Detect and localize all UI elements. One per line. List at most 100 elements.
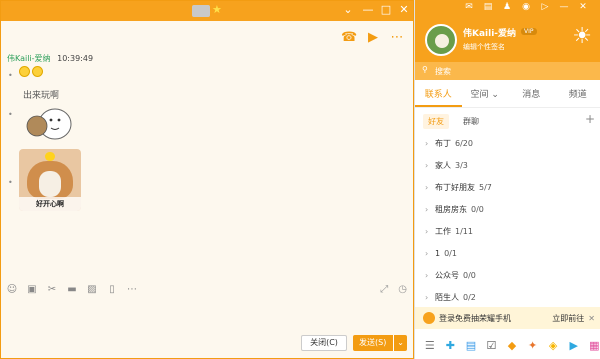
fox-icon[interactable]: ◈ bbox=[546, 339, 560, 352]
tab-groups[interactable]: 群聊 bbox=[463, 116, 479, 127]
close-icon[interactable]: ✕ bbox=[588, 314, 595, 323]
search-icon: ⚲ bbox=[422, 65, 428, 74]
emoji-icon[interactable]: ☺ bbox=[5, 284, 19, 295]
group-name: 布丁好朋友 bbox=[435, 182, 475, 192]
bell-icon[interactable]: ◉ bbox=[520, 2, 532, 12]
add-icon[interactable]: + bbox=[585, 112, 595, 126]
image-icon[interactable]: ▨ bbox=[85, 284, 99, 295]
promo-banner[interactable]: 登录免费抽荣耀手机 立即前往 ✕ bbox=[415, 307, 600, 329]
scissors-icon[interactable]: ✂ bbox=[45, 284, 59, 295]
chevron-right-icon: › bbox=[425, 204, 429, 214]
tab-space[interactable]: 空间 ⌄ bbox=[462, 84, 509, 107]
contact-avatar[interactable] bbox=[192, 5, 210, 17]
chevron-right-icon: › bbox=[425, 138, 429, 148]
expand-icon[interactable]: ⤢ bbox=[380, 284, 388, 295]
sender-name: 伟Kaili-爱纳 bbox=[7, 54, 51, 63]
history-icon[interactable]: ◷ bbox=[398, 284, 407, 295]
checklist-icon[interactable]: ☑ bbox=[485, 339, 499, 352]
close-window-button[interactable]: ✕ bbox=[397, 3, 411, 16]
send-label: 发送(S) bbox=[359, 338, 387, 347]
apps-grid-icon[interactable]: ▦ bbox=[588, 339, 600, 352]
folder-icon[interactable]: ▬ bbox=[65, 284, 79, 295]
group-name: 陌生人 bbox=[435, 292, 459, 302]
group-count: 5/7 bbox=[479, 182, 492, 192]
group-count: 0/0 bbox=[463, 270, 476, 280]
tab-channels[interactable]: 频道 bbox=[555, 84, 600, 107]
group-name: 工作 bbox=[435, 226, 451, 236]
video-app-icon[interactable]: ▶ bbox=[567, 339, 581, 352]
game-icon[interactable]: ◆ bbox=[505, 339, 519, 352]
tab-contacts[interactable]: 联系人 bbox=[415, 84, 462, 107]
friend-group[interactable]: › 工作 1/11 bbox=[415, 220, 600, 242]
shirt-icon[interactable]: ♟ bbox=[501, 2, 513, 12]
chevron-right-icon: › bbox=[425, 182, 429, 192]
user-avatar[interactable] bbox=[425, 24, 457, 56]
friend-group[interactable]: › 租房房东 0/0 bbox=[415, 198, 600, 220]
sticker-image[interactable]: 出来玩啊 bbox=[19, 86, 81, 146]
friend-group[interactable]: › 布丁 6/20 bbox=[415, 132, 600, 154]
add-friend-icon[interactable]: ✚ bbox=[444, 339, 458, 352]
group-count: 1/11 bbox=[455, 226, 473, 236]
bullet: • bbox=[8, 71, 13, 80]
search-placeholder: 搜索 bbox=[435, 67, 451, 76]
menu-icon[interactable]: ☰ bbox=[423, 339, 437, 352]
chevron-down-icon[interactable]: ⌄ bbox=[341, 3, 355, 16]
chevron-right-icon: › bbox=[425, 248, 429, 258]
promo-icon bbox=[423, 312, 435, 324]
send-button[interactable]: 发送(S) ⌄ bbox=[353, 335, 407, 351]
mail-icon[interactable]: ✉ bbox=[463, 2, 475, 12]
profile-header: ✉ ▤ ♟ ◉ ▷ — ✕ 伟Kaili-爱纳 VIP 编辑个性签名 ☀ bbox=[415, 0, 600, 62]
gift-icon[interactable]: ▤ bbox=[482, 2, 494, 12]
more-icon[interactable]: ⋯ bbox=[389, 30, 405, 45]
star-icon[interactable]: ★ bbox=[212, 3, 222, 16]
friend-group[interactable]: › 陌生人 0/2 bbox=[415, 286, 600, 308]
gif-icon[interactable]: ▣ bbox=[25, 284, 39, 295]
promo-go-link[interactable]: 立即前往 bbox=[552, 313, 584, 324]
tab-messages[interactable]: 消息 bbox=[508, 84, 555, 107]
minimize-button[interactable]: — bbox=[361, 3, 375, 16]
chevron-right-icon: › bbox=[425, 292, 429, 302]
maximize-button[interactable]: □ bbox=[379, 3, 393, 16]
message-sender: 伟Kaili-爱纳 10:39:49 bbox=[7, 53, 93, 64]
message-area: 伟Kaili-爱纳 10:39:49 • • 出来玩啊 • 好开心啊 bbox=[1, 46, 413, 278]
tab-friends[interactable]: 好友 bbox=[423, 113, 449, 129]
vip-badge[interactable]: VIP bbox=[521, 28, 537, 35]
minimize-icon[interactable]: — bbox=[558, 2, 570, 12]
star-app-icon[interactable]: ✦ bbox=[526, 339, 540, 352]
search-bar[interactable]: ⚲ 搜索 bbox=[415, 62, 600, 80]
main-tabs: 联系人 空间 ⌄ 消息 频道 bbox=[415, 84, 600, 108]
photo-caption: 好开心啊 bbox=[19, 197, 81, 211]
sticker-text: 出来玩啊 bbox=[23, 89, 59, 101]
friend-group[interactable]: › 公众号 0/0 bbox=[415, 264, 600, 286]
screen-record-icon[interactable]: ▯ bbox=[105, 284, 119, 295]
video-icon[interactable]: ▷ bbox=[539, 2, 551, 12]
friend-group[interactable]: › 1 0/1 bbox=[415, 242, 600, 264]
phone-call-icon[interactable]: ☎ bbox=[341, 30, 357, 45]
friend-group[interactable]: › 家人 3/3 bbox=[415, 154, 600, 176]
smile-emoji-icon bbox=[19, 66, 30, 77]
signature[interactable]: 编辑个性签名 bbox=[463, 42, 505, 52]
header-icons: ✉ ▤ ♟ ◉ ▷ — ✕ bbox=[463, 2, 589, 12]
dog-face bbox=[39, 171, 61, 197]
duck-shape bbox=[45, 152, 55, 161]
close-button[interactable]: 关闭(C) bbox=[301, 335, 347, 351]
group-name: 家人 bbox=[435, 160, 451, 170]
more-tools-icon[interactable]: ⋯ bbox=[125, 284, 139, 295]
file-icon[interactable]: ▤ bbox=[464, 339, 478, 352]
friend-group[interactable]: › 布丁好朋友 5/7 bbox=[415, 176, 600, 198]
qq-main-panel: ✉ ▤ ♟ ◉ ▷ — ✕ 伟Kaili-爱纳 VIP 编辑个性签名 ☀ ⚲ 搜… bbox=[414, 0, 600, 359]
group-name: 1 bbox=[435, 248, 441, 258]
user-name[interactable]: 伟Kaili-爱纳 bbox=[463, 26, 516, 39]
promo-text: 登录免费抽荣耀手机 bbox=[439, 313, 511, 323]
sun-icon[interactable]: ☀ bbox=[572, 24, 592, 49]
close-icon[interactable]: ✕ bbox=[577, 2, 589, 12]
send-options-icon[interactable]: ⌄ bbox=[393, 335, 404, 351]
sub-tabs: 好友 群聊 + bbox=[415, 112, 600, 130]
chevron-right-icon: › bbox=[425, 160, 429, 170]
dog-photo[interactable]: 好开心啊 bbox=[19, 149, 81, 211]
group-count: 3/3 bbox=[455, 160, 468, 170]
input-toolbar: ☺ ▣ ✂ ▬ ▨ ▯ ⋯ bbox=[5, 284, 139, 295]
group-count: 0/1 bbox=[444, 248, 457, 258]
video-call-icon[interactable]: ▶ bbox=[365, 30, 381, 45]
chat-toolbar: ☎ ▶ ⋯ bbox=[341, 30, 405, 45]
